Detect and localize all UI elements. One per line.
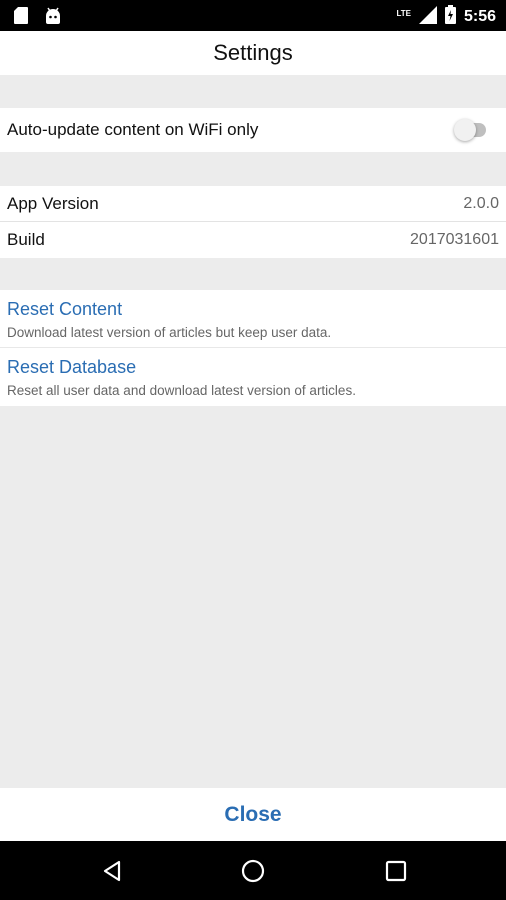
home-icon[interactable] bbox=[241, 859, 265, 883]
app-version-row: App Version 2.0.0 bbox=[0, 186, 506, 222]
reset-database-title[interactable]: Reset Database bbox=[7, 357, 136, 378]
network-type: LTE bbox=[396, 8, 411, 18]
sd-card-icon bbox=[14, 7, 28, 29]
footer-bar: Close bbox=[0, 788, 506, 841]
nav-bar bbox=[0, 841, 506, 900]
reset-content-title[interactable]: Reset Content bbox=[7, 299, 122, 320]
build-row: Build 2017031601 bbox=[0, 222, 506, 258]
reset-database-description: Reset all user data and download latest … bbox=[7, 383, 356, 398]
reset-content-item[interactable]: Reset Content Download latest version of… bbox=[0, 290, 506, 348]
reset-content-description: Download latest version of articles but … bbox=[7, 325, 332, 340]
build-label: Build bbox=[7, 230, 45, 249]
close-button[interactable]: Close bbox=[224, 803, 281, 826]
version-info-section: App Version 2.0.0 Build 2017031601 bbox=[0, 186, 506, 258]
auto-update-label: Auto-update content on WiFi only bbox=[7, 120, 259, 139]
signal-icon bbox=[418, 5, 437, 29]
reset-actions-section: Reset Content Download latest version of… bbox=[0, 290, 506, 406]
recents-icon[interactable] bbox=[384, 859, 408, 883]
page-title: Settings bbox=[213, 40, 293, 65]
toggle-knob bbox=[454, 119, 476, 141]
battery-icon bbox=[444, 5, 456, 29]
app-header: Settings bbox=[0, 31, 506, 75]
reset-database-item[interactable]: Reset Database Reset all user data and d… bbox=[0, 348, 506, 406]
build-value: 2017031601 bbox=[410, 231, 499, 248]
back-icon[interactable] bbox=[100, 859, 124, 883]
status-time: 5:56 bbox=[463, 8, 496, 25]
app-version-label: App Version bbox=[7, 194, 99, 213]
status-bar: LTE 5:56 bbox=[0, 0, 506, 31]
android-icon bbox=[44, 7, 62, 29]
app-version-value: 2.0.0 bbox=[463, 195, 499, 212]
auto-update-toggle[interactable] bbox=[454, 119, 486, 141]
auto-update-row[interactable]: Auto-update content on WiFi only bbox=[0, 108, 506, 152]
auto-update-section: Auto-update content on WiFi only bbox=[0, 108, 506, 152]
